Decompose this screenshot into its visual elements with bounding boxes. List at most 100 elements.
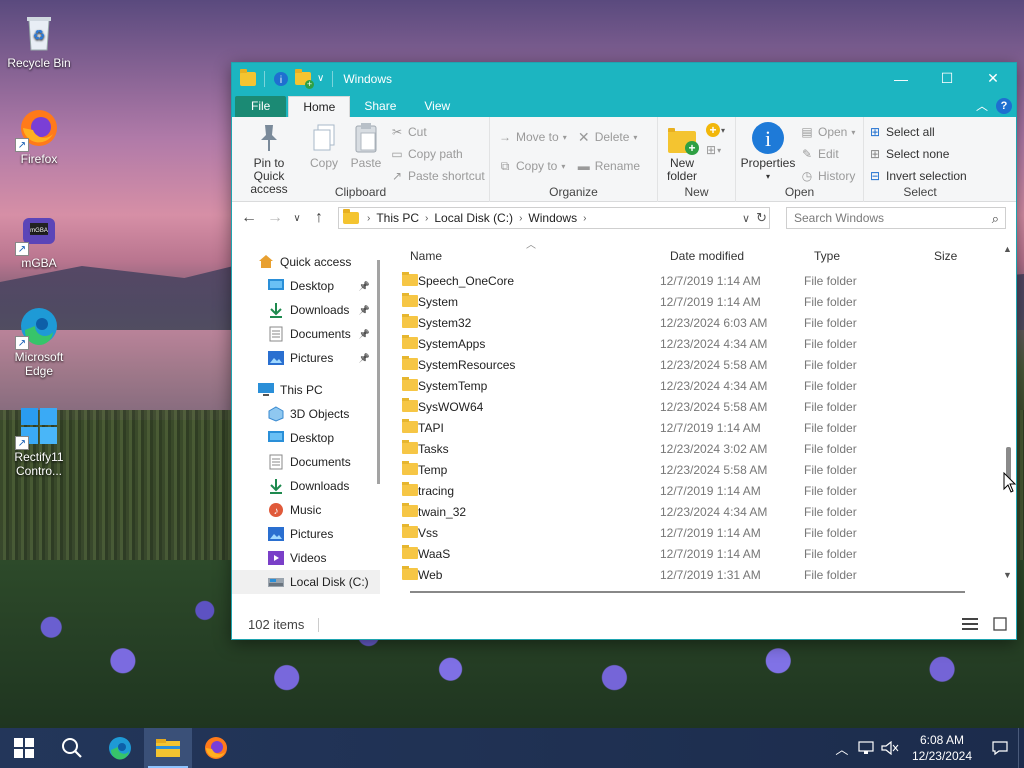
nav-item-local-disk-c[interactable]: Local Disk (C:) xyxy=(232,570,380,594)
table-row[interactable]: tracing 12/7/2019 1:14 AM File folder xyxy=(390,480,998,501)
taskbar-edge[interactable] xyxy=(96,728,144,768)
nav-item-this-pc[interactable]: This PC xyxy=(232,378,380,402)
delete-button[interactable]: ✕ Delete ▾ xyxy=(577,126,640,148)
desktop-icon-mgba[interactable]: mGBA ↗ mGBA xyxy=(3,210,75,270)
taskbar-file-explorer[interactable] xyxy=(144,728,192,768)
maximize-button[interactable]: ☐ xyxy=(924,63,970,94)
refresh-icon[interactable]: ↻ xyxy=(756,210,767,226)
tab-view[interactable]: View xyxy=(410,96,464,117)
start-button[interactable] xyxy=(0,728,48,768)
breadcrumb-windows[interactable]: Windows xyxy=(524,211,581,225)
forward-button[interactable]: → xyxy=(264,207,286,229)
title-bar[interactable]: i + ∨ Windows — ☐ ✕ xyxy=(232,63,1016,94)
chevron-up-icon: ︿ xyxy=(835,741,849,757)
vertical-scrollbar[interactable]: ▲ ▼ xyxy=(1002,240,1014,585)
table-row[interactable]: Tasks 12/23/2024 3:02 AM File folder xyxy=(390,438,998,459)
tab-share[interactable]: Share xyxy=(350,96,410,117)
paste-shortcut-button[interactable]: ↗ Paste shortcut xyxy=(390,165,485,187)
address-bar[interactable]: › This PC › Local Disk (C:) › Windows › … xyxy=(338,207,770,229)
table-row[interactable]: SystemApps 12/23/2024 4:34 AM File folder xyxy=(390,333,998,354)
address-dropdown-icon[interactable]: ∨ xyxy=(742,212,750,225)
notifications-button[interactable] xyxy=(982,728,1018,768)
file-date-modified: 12/7/2019 1:14 AM xyxy=(660,421,761,435)
breadcrumb-this-pc[interactable]: This PC xyxy=(372,211,423,225)
desktop-icon-rectify11[interactable]: ↗ Rectify11 Contro... xyxy=(3,404,75,478)
copy-to-button[interactable]: ⧉ Copy to ▾ xyxy=(498,155,567,177)
taskbar-firefox[interactable] xyxy=(192,728,240,768)
search-input[interactable]: Search Windows ⌕ xyxy=(786,207,1006,229)
invert-selection-button[interactable]: ⊟ Invert selection xyxy=(868,165,972,187)
move-to-button[interactable]: → Move to ▾ xyxy=(498,126,567,148)
properties-quick-icon[interactable]: i xyxy=(273,71,289,86)
easy-access-button[interactable]: ⊞ ▾ xyxy=(706,143,725,157)
tab-home[interactable]: Home xyxy=(288,96,351,117)
network-icon[interactable] xyxy=(854,728,878,768)
column-size-header[interactable]: Size xyxy=(934,249,957,263)
details-view-button[interactable] xyxy=(962,616,978,632)
table-row[interactable]: Web 12/7/2019 1:31 AM File folder xyxy=(390,564,998,585)
nav-item-videos[interactable]: Videos xyxy=(232,546,380,570)
clock[interactable]: 6:08 AM 12/23/2024 xyxy=(902,732,982,764)
nav-item-downloads[interactable]: Downloads 📌 xyxy=(232,298,380,322)
minimize-button[interactable]: — xyxy=(878,63,924,94)
close-button[interactable]: ✕ xyxy=(970,63,1016,94)
help-icon[interactable]: ? xyxy=(996,97,1012,114)
edit-button[interactable]: ✎ Edit xyxy=(800,143,855,165)
table-row[interactable]: SysWOW64 12/23/2024 5:58 AM File folder xyxy=(390,396,998,417)
nav-item-downloads[interactable]: Downloads xyxy=(232,474,380,498)
column-name-header[interactable]: Name xyxy=(410,249,442,263)
open-button[interactable]: ▤ Open ▾ xyxy=(800,121,855,143)
horizontal-scrollbar[interactable] xyxy=(410,591,965,593)
table-row[interactable]: Speech_OneCore 12/7/2019 1:14 AM File fold… xyxy=(390,270,998,291)
show-desktop-button[interactable] xyxy=(1018,728,1024,768)
table-row[interactable]: twain_32 12/23/2024 4:34 AM File folder xyxy=(390,501,998,522)
nav-item-documents[interactable]: Documents 📌 xyxy=(232,322,380,346)
copy-path-button[interactable]: ▭ Copy path xyxy=(390,143,485,165)
tab-file[interactable]: File xyxy=(235,96,287,117)
history-button[interactable]: ◷ History xyxy=(800,165,856,187)
table-row[interactable]: Vss 12/7/2019 1:14 AM File folder xyxy=(390,522,998,543)
select-all-button[interactable]: ⊞ Select all xyxy=(868,121,972,143)
nav-item-quick-access[interactable]: Quick access xyxy=(232,250,380,274)
large-icons-view-button[interactable] xyxy=(992,616,1008,632)
nav-item-3d-objects[interactable]: 3D Objects xyxy=(232,402,380,426)
new-folder-quick-icon[interactable]: + xyxy=(295,68,314,89)
collapse-ribbon-icon[interactable]: ︿ xyxy=(976,97,988,114)
cut-button[interactable]: ✂ Cut xyxy=(390,121,485,143)
table-row[interactable]: WaaS 12/7/2019 1:14 AM File folder xyxy=(390,543,998,564)
back-button[interactable]: ← xyxy=(238,207,260,229)
nav-item-pictures[interactable]: Pictures 📌 xyxy=(232,346,380,370)
dropdown-chevron-icon: ▾ xyxy=(721,125,726,135)
nav-item-documents[interactable]: Documents xyxy=(232,450,380,474)
recent-locations-button[interactable]: ∨ xyxy=(290,207,304,229)
desktop-icon-recycle-bin[interactable]: ♻ Recycle Bin xyxy=(3,10,75,70)
new-folder-button[interactable]: + New folder xyxy=(662,121,702,183)
volume-icon[interactable] xyxy=(878,728,902,768)
table-row[interactable]: Temp 12/23/2024 5:58 AM File folder xyxy=(390,459,998,480)
new-item-button[interactable]: + ▾ xyxy=(706,123,725,137)
table-row[interactable]: System 12/7/2019 1:14 AM File folder xyxy=(390,291,998,312)
scroll-down-icon[interactable]: ▼ xyxy=(1003,570,1012,580)
select-none-button[interactable]: ⊞ Select none xyxy=(868,143,972,165)
nav-item-music[interactable]: ♪ Music xyxy=(232,498,380,522)
properties-button[interactable]: i Properties ▾ xyxy=(740,121,796,187)
search-button[interactable] xyxy=(48,728,96,768)
breadcrumb-separator-icon: › xyxy=(425,212,429,224)
breadcrumb-local-disk[interactable]: Local Disk (C:) xyxy=(430,211,517,225)
nav-item-desktop[interactable]: Desktop 📌 xyxy=(232,274,380,298)
column-date-header[interactable]: Date modified xyxy=(670,249,744,263)
table-row[interactable]: SystemTemp 12/23/2024 4:34 AM File folder xyxy=(390,375,998,396)
customize-quick-access-icon[interactable]: ∨ xyxy=(317,73,324,84)
scroll-up-icon[interactable]: ▲ xyxy=(1003,244,1012,254)
up-button[interactable]: ↑ xyxy=(308,207,330,229)
nav-item-desktop[interactable]: Desktop xyxy=(232,426,380,450)
desktop-icon-firefox[interactable]: ↗ Firefox xyxy=(3,106,75,166)
column-type-header[interactable]: Type xyxy=(814,249,840,263)
desktop-icon-edge[interactable]: ↗ Microsoft Edge xyxy=(3,304,75,378)
table-row[interactable]: SystemResources 12/23/2024 5:58 AM File fo… xyxy=(390,354,998,375)
rename-button[interactable]: ▬ Rename xyxy=(577,155,640,177)
nav-item-pictures[interactable]: Pictures xyxy=(232,522,380,546)
show-hidden-icons-button[interactable]: ︿ xyxy=(830,728,854,768)
table-row[interactable]: TAPI 12/7/2019 1:14 AM File folder xyxy=(390,417,998,438)
table-row[interactable]: System32 12/23/2024 6:03 AM File folder xyxy=(390,312,998,333)
